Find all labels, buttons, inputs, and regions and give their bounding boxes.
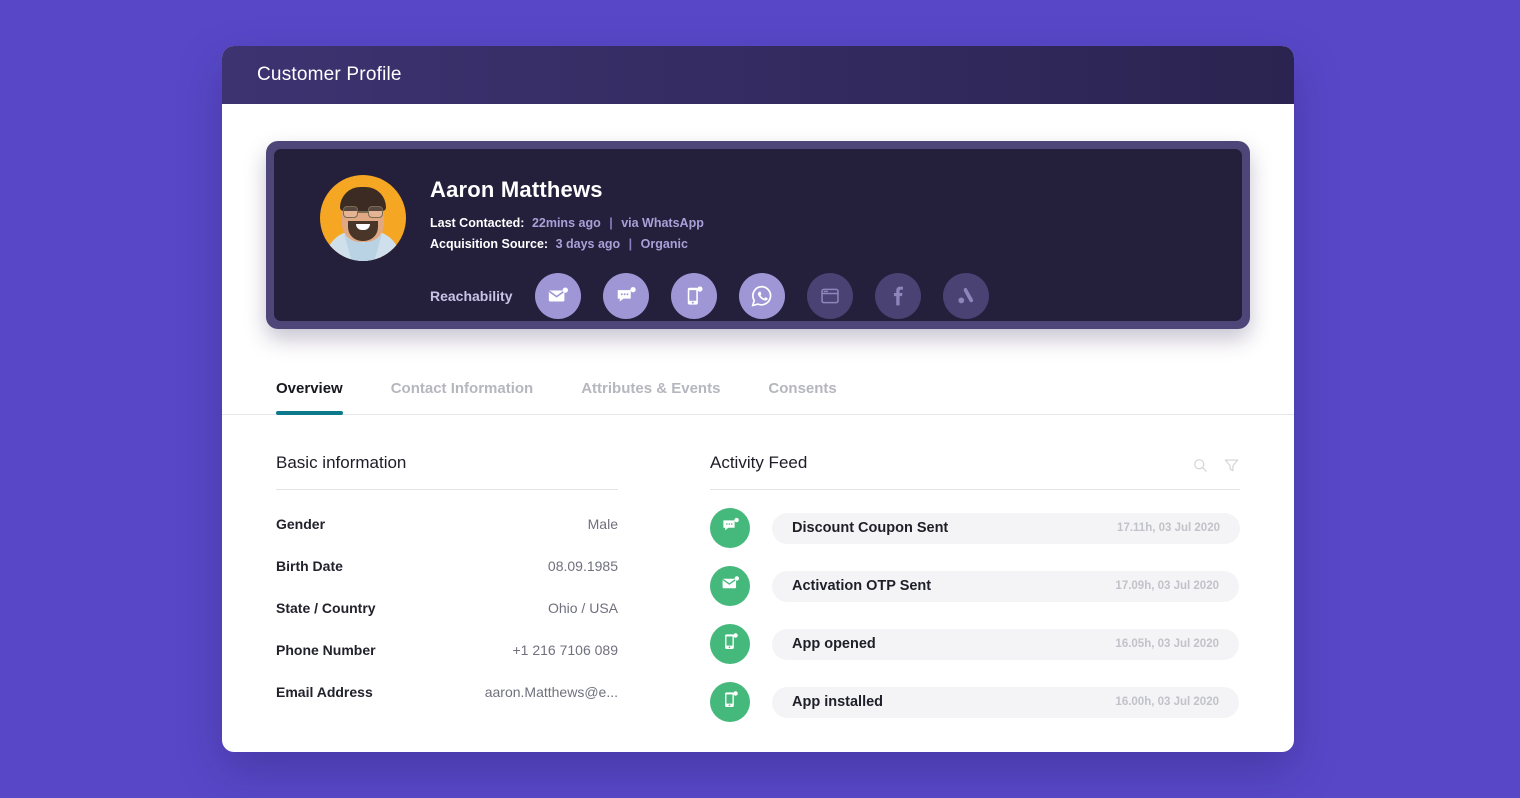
last-contacted-label: Last Contacted:: [430, 216, 524, 230]
whatsapp-icon: [750, 284, 774, 308]
row-value: Ohio / USA: [548, 600, 618, 616]
basic-information-title: Basic information: [276, 453, 618, 490]
email-icon: [547, 285, 569, 307]
channel-mobile-push[interactable]: [671, 273, 717, 319]
tab-overview[interactable]: Overview: [276, 380, 343, 414]
channel-ads[interactable]: [943, 273, 989, 319]
sms-icon: [721, 516, 740, 540]
row-label: Birth Date: [276, 558, 343, 574]
activity-feed-tools: [1192, 457, 1240, 479]
list-item[interactable]: App installed 16.00h, 03 Jul 2020: [710, 682, 1240, 722]
activity-timestamp: 17.09h, 03 Jul 2020: [1115, 580, 1219, 592]
activity-channel-icon: [710, 508, 750, 548]
activity-channel-icon: [710, 566, 750, 606]
basic-information-section: Basic information Gender Male Birth Date…: [276, 453, 618, 722]
customer-profile-window: Customer Profile Aaron Matthews Last Con…: [222, 46, 1294, 752]
list-item[interactable]: App opened 16.05h, 03 Jul 2020: [710, 624, 1240, 664]
reachability-row: Reachability: [430, 273, 1216, 319]
profile-hero: Aaron Matthews Last Contacted: 22mins ag…: [274, 149, 1242, 321]
activity-title: Discount Coupon Sent: [792, 520, 948, 536]
meta-separator: |: [629, 237, 633, 251]
meta-separator: |: [609, 216, 613, 230]
acquisition-source-label: Acquisition Source:: [430, 237, 548, 251]
facebook-icon: [887, 285, 909, 307]
channel-email[interactable]: [535, 273, 581, 319]
activity-pill: App installed 16.00h, 03 Jul 2020: [772, 687, 1239, 718]
activity-pill: Discount Coupon Sent 17.11h, 03 Jul 2020: [772, 513, 1240, 544]
list-item[interactable]: Discount Coupon Sent 17.11h, 03 Jul 2020: [710, 508, 1240, 548]
search-icon[interactable]: [1192, 457, 1209, 479]
table-row: Birth Date 08.09.1985: [276, 558, 618, 574]
tab-contact-information[interactable]: Contact Information: [391, 380, 534, 414]
tab-content: Basic information Gender Male Birth Date…: [222, 415, 1294, 722]
channel-sms[interactable]: [603, 273, 649, 319]
channel-whatsapp[interactable]: [739, 273, 785, 319]
tab-attributes-events[interactable]: Attributes & Events: [581, 380, 720, 414]
table-row: Gender Male: [276, 516, 618, 532]
row-label: Gender: [276, 516, 325, 532]
row-label: Phone Number: [276, 642, 376, 658]
row-value: Male: [588, 516, 618, 532]
window-titlebar: Customer Profile: [222, 46, 1294, 104]
row-label: Email Address: [276, 684, 373, 700]
activity-timestamp: 17.11h, 03 Jul 2020: [1117, 522, 1220, 534]
acquisition-source-row: Acquisition Source: 3 days ago | Organic: [430, 237, 1216, 251]
sms-icon: [615, 285, 637, 307]
page-title: Customer Profile: [222, 64, 402, 86]
activity-channel-icon: [710, 682, 750, 722]
activity-title: App installed: [792, 694, 883, 710]
channel-facebook[interactable]: [875, 273, 921, 319]
activity-feed-section: Activity Feed Discount Coupon Se: [710, 453, 1240, 722]
activity-pill: Activation OTP Sent 17.09h, 03 Jul 2020: [772, 571, 1239, 602]
ads-icon: [954, 284, 978, 308]
mobile-push-icon: [683, 285, 705, 307]
table-row: State / Country Ohio / USA: [276, 600, 618, 616]
reachability-label: Reachability: [430, 288, 512, 304]
row-label: State / Country: [276, 600, 376, 616]
activity-feed-title: Activity Feed: [710, 453, 1240, 490]
last-contacted-row: Last Contacted: 22mins ago | via WhatsAp…: [430, 216, 1216, 230]
last-contacted-channel: via WhatsApp: [621, 216, 704, 230]
profile-hero-frame: Aaron Matthews Last Contacted: 22mins ag…: [266, 141, 1250, 329]
table-row: Email Address aaron.Matthews@e...: [276, 684, 618, 700]
list-item[interactable]: Activation OTP Sent 17.09h, 03 Jul 2020: [710, 566, 1240, 606]
filter-icon[interactable]: [1223, 457, 1240, 479]
activity-timestamp: 16.00h, 03 Jul 2020: [1115, 696, 1219, 708]
activity-channel-icon: [710, 624, 750, 664]
table-row: Phone Number +1 216 7106 089: [276, 642, 618, 658]
mobile-push-icon: [721, 632, 740, 656]
row-value: +1 216 7106 089: [513, 642, 619, 658]
activity-title: App opened: [792, 636, 876, 652]
activity-timestamp: 16.05h, 03 Jul 2020: [1115, 638, 1219, 650]
channel-web-push[interactable]: [807, 273, 853, 319]
activity-title: Activation OTP Sent: [792, 578, 931, 594]
tab-consents[interactable]: Consents: [768, 380, 836, 414]
acquisition-source-value: 3 days ago: [556, 237, 621, 251]
avatar: [320, 175, 406, 261]
last-contacted-value: 22mins ago: [532, 216, 601, 230]
customer-name: Aaron Matthews: [430, 177, 1216, 203]
acquisition-source-channel: Organic: [641, 237, 688, 251]
row-value: 08.09.1985: [548, 558, 618, 574]
mobile-push-icon: [721, 690, 740, 714]
activity-pill: App opened 16.05h, 03 Jul 2020: [772, 629, 1239, 660]
email-icon: [721, 574, 740, 598]
row-value: aaron.Matthews@e...: [485, 684, 618, 700]
tab-bar: Overview Contact Information Attributes …: [222, 359, 1294, 415]
web-push-icon: [819, 285, 841, 307]
